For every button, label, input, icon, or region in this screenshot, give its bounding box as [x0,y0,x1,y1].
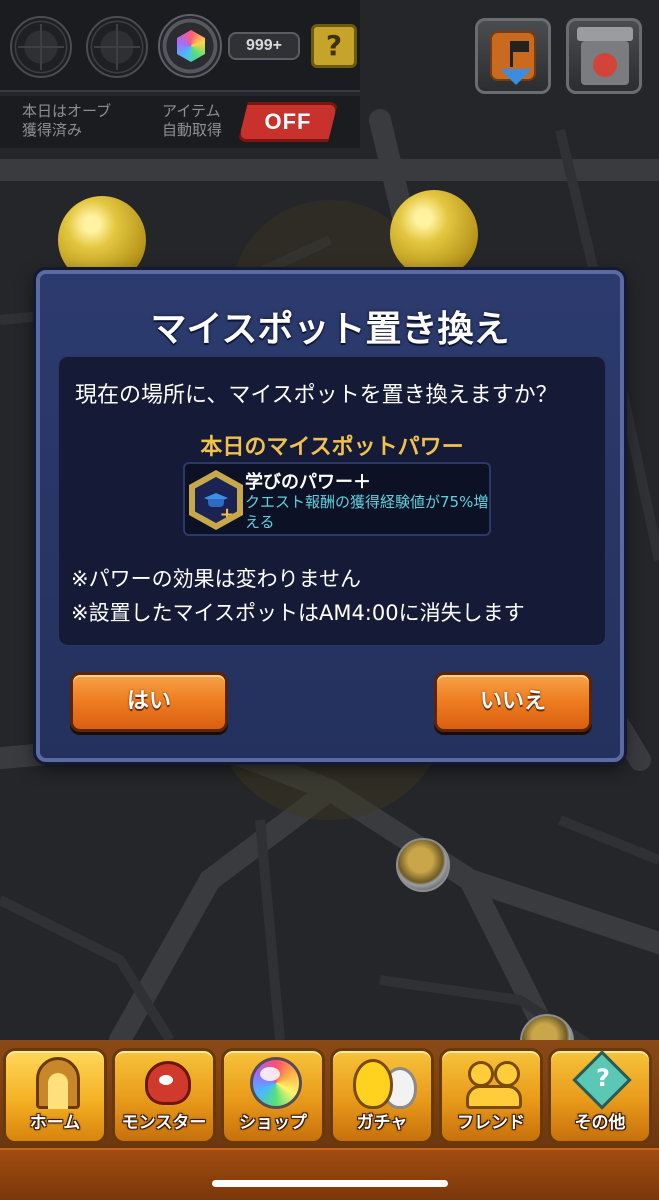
gem-count-badge: 999+ [228,32,300,60]
hud-panel: 999+ ? [0,0,360,92]
orb-status-text: 本日はオーブ 獲得済み [22,102,111,140]
auto-collect-label: アイテム 自動取得 [162,102,222,140]
bottom-nav-strip [0,1148,659,1200]
nav-monster[interactable]: モンスター [112,1048,216,1144]
auto-collect-toggle[interactable]: OFF [238,102,338,142]
power-heading: 本日のマイスポットパワー [200,435,464,460]
item-box-button[interactable] [566,18,642,94]
empty-slot-icon[interactable] [10,16,72,78]
note-expiry: ※設置したマイスポットはAM4:00に消失します [71,601,525,625]
help-button[interactable]: ? [311,24,357,68]
power-description: クエスト報酬の獲得経験値が75%増える [245,493,489,531]
study-power-icon: + [189,470,243,530]
note-power-unchanged: ※パワーの効果は変わりません [71,567,361,591]
dialog-title: マイスポット置き換え [150,309,510,350]
gem-icon[interactable] [158,14,222,78]
no-button[interactable]: いいえ [434,672,592,732]
auto-collect-line2: 自動取得 [162,121,223,139]
nav-shop-label: ショップ [239,1113,307,1133]
my-spot-marker[interactable] [396,838,450,892]
home-indicator [212,1180,448,1187]
nav-gacha-label: ガチャ [356,1113,408,1133]
nav-other[interactable]: ? その他 [548,1048,652,1144]
orb-icon [250,1057,302,1109]
dialog-body: 現在の場所に、マイスポットを置き換えますか？ 本日のマイスポットパワー + 学び… [58,356,606,646]
nav-home-label: ホーム [29,1113,81,1133]
nav-friend[interactable]: フレンド [439,1048,543,1144]
nav-monster-label: モンスター [121,1113,207,1133]
spot-return-button[interactable] [475,18,551,94]
nav-other-label: その他 [574,1113,626,1133]
gold-spot-marker[interactable] [390,190,478,278]
dialog-question: 現在の場所に、マイスポットを置き換えますか？ [75,383,558,408]
nav-shop[interactable]: ショップ [221,1048,325,1144]
friends-icon [466,1085,522,1109]
empty-slot-icon[interactable] [86,16,148,78]
power-card: + 学びのパワー＋ クエスト報酬の獲得経験値が75%増える [183,462,491,536]
replace-spot-dialog: マイスポット置き換え 現在の場所に、マイスポットを置き換えますか？ 本日のマイス… [36,270,624,762]
nav-friend-label: フレンド [457,1113,525,1133]
yes-button[interactable]: はい [70,672,228,732]
item-box-icon [577,27,633,41]
nav-home[interactable]: ホーム [3,1048,107,1144]
auto-collect-line1: アイテム [162,102,221,120]
orb-status-line1: 本日はオーブ [22,102,112,120]
nav-gacha[interactable]: ガチャ [330,1048,434,1144]
orb-status-line2: 獲得済み [22,121,83,139]
power-name: 学びのパワー＋ [245,472,371,493]
